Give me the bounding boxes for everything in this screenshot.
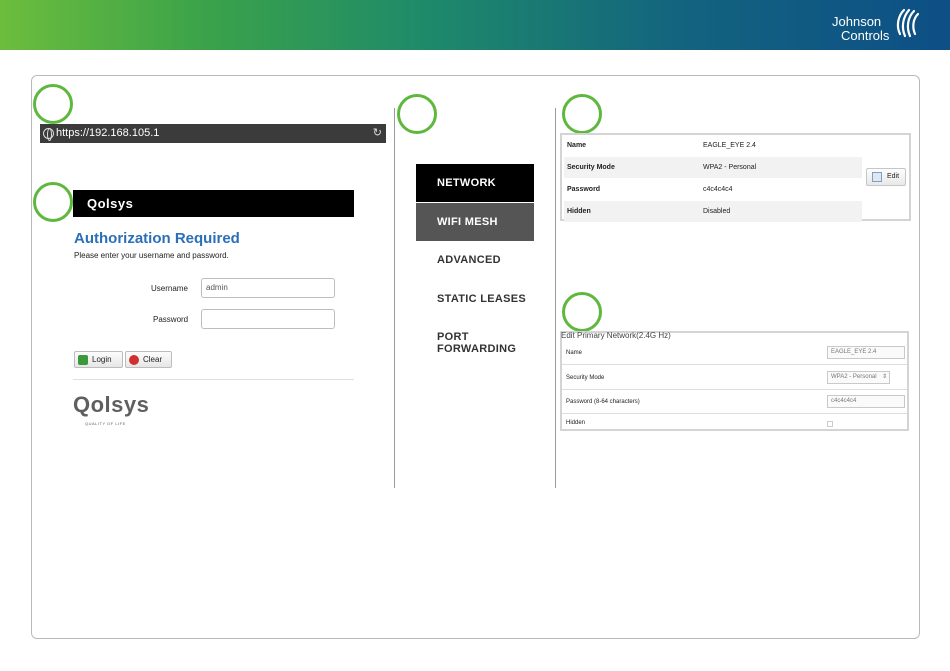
info-row-password: Password c4c4c4c4 (564, 179, 862, 201)
step-circle-4 (562, 94, 602, 134)
column-divider-2 (555, 108, 556, 488)
login-header-bar: Qolsys (73, 190, 354, 217)
url-text: https://192.168.105.1 (56, 127, 160, 139)
globe-icon (43, 128, 54, 141)
info-key: Security Mode (567, 164, 615, 171)
step-circle-3 (397, 94, 437, 134)
brand-line-1: Johnson (832, 14, 882, 29)
info-value: WPA2 - Personal (703, 164, 757, 171)
qolsys-wordmark: Qolsys (73, 392, 150, 417)
edit-name-label: Name (566, 350, 583, 356)
info-value: Disabled (703, 208, 731, 215)
brand-line-2: Controls (841, 28, 890, 43)
info-row-name: Name EAGLE_EYE 2.4 (564, 135, 862, 157)
step-circle-2 (33, 182, 73, 222)
qolsys-footer-logo: Qolsys QUALITY OF LIFE (73, 392, 183, 432)
step-circle-1 (33, 84, 73, 124)
edit-row-hidden: Hidden (562, 414, 907, 429)
page-title: Authorization Required (74, 230, 240, 247)
password-input[interactable] (201, 309, 335, 329)
hidden-checkbox[interactable] (827, 421, 833, 427)
nav-item-network[interactable]: NETWORK (416, 164, 534, 202)
edit-security-label: Security Mode (566, 375, 605, 381)
info-row-hidden: Hidden Disabled (564, 201, 862, 223)
info-value: c4c4c4c4 (703, 186, 733, 193)
nav-item-port-forwarding-line1: PORT (437, 331, 469, 343)
edit-button[interactable]: Edit (866, 168, 906, 186)
info-key: Hidden (567, 208, 591, 215)
network-password-input[interactable]: c4c4c4c4 (827, 395, 905, 408)
edit-form-title: Edit Primary Network(2.4G Hz) (561, 331, 671, 340)
nav-item-advanced[interactable]: ADVANCED (416, 254, 534, 266)
info-key: Name (567, 142, 587, 149)
info-value: EAGLE_EYE 2.4 (703, 142, 756, 149)
edit-password-label: Password (8-64 characters) (566, 399, 640, 405)
header-banner: Johnson Controls (0, 0, 950, 50)
login-button-label: Login (92, 355, 112, 364)
login-icon (78, 355, 88, 365)
nav-item-port-forwarding[interactable]: PORT FORWARDING (416, 331, 534, 355)
edit-hidden-label: Hidden (566, 420, 586, 426)
info-key: Password (567, 186, 601, 193)
johnson-controls-logo: Johnson Controls (832, 6, 932, 46)
nav-item-port-forwarding-line2: FORWARDING (437, 343, 517, 355)
clear-button[interactable]: Clear (125, 351, 172, 368)
reload-icon[interactable]: ↻ (373, 124, 382, 143)
login-button[interactable]: Login (74, 351, 123, 368)
info-row-security-mode: Security Mode WPA2 - Personal (564, 157, 862, 179)
step-circle-5 (562, 292, 602, 332)
username-label: Username (151, 284, 188, 293)
security-mode-value: WPA2 - Personal (831, 374, 877, 380)
nav-item-static-leases[interactable]: STATIC LEASES (416, 293, 534, 305)
column-divider-1 (394, 108, 395, 488)
password-label: Password (153, 315, 189, 324)
clear-button-label: Clear (143, 355, 163, 364)
security-mode-select[interactable]: WPA2 - Personal ⇕ (827, 371, 890, 384)
edit-button-label: Edit (887, 173, 900, 180)
login-divider (73, 379, 354, 380)
browser-url-bar[interactable]: https://192.168.105.1 ↻ (40, 124, 386, 143)
login-instructions: Please enter your username and password. (74, 251, 229, 260)
pencil-icon (872, 172, 882, 182)
brand-mark-icon (896, 8, 920, 38)
select-arrows-icon: ⇕ (881, 374, 887, 380)
username-input[interactable]: admin (201, 278, 335, 298)
qolsys-tagline: QUALITY OF LIFE (85, 421, 126, 426)
network-name-input[interactable]: EAGLE_EYE 2.4 (827, 346, 905, 359)
clear-icon (129, 355, 139, 365)
qolsys-header-logo: Qolsys (87, 196, 134, 211)
nav-item-wifi-mesh[interactable]: WIFI MESH (416, 203, 534, 241)
network-info-table: Name EAGLE_EYE 2.4 Security Mode WPA2 - … (560, 133, 911, 223)
